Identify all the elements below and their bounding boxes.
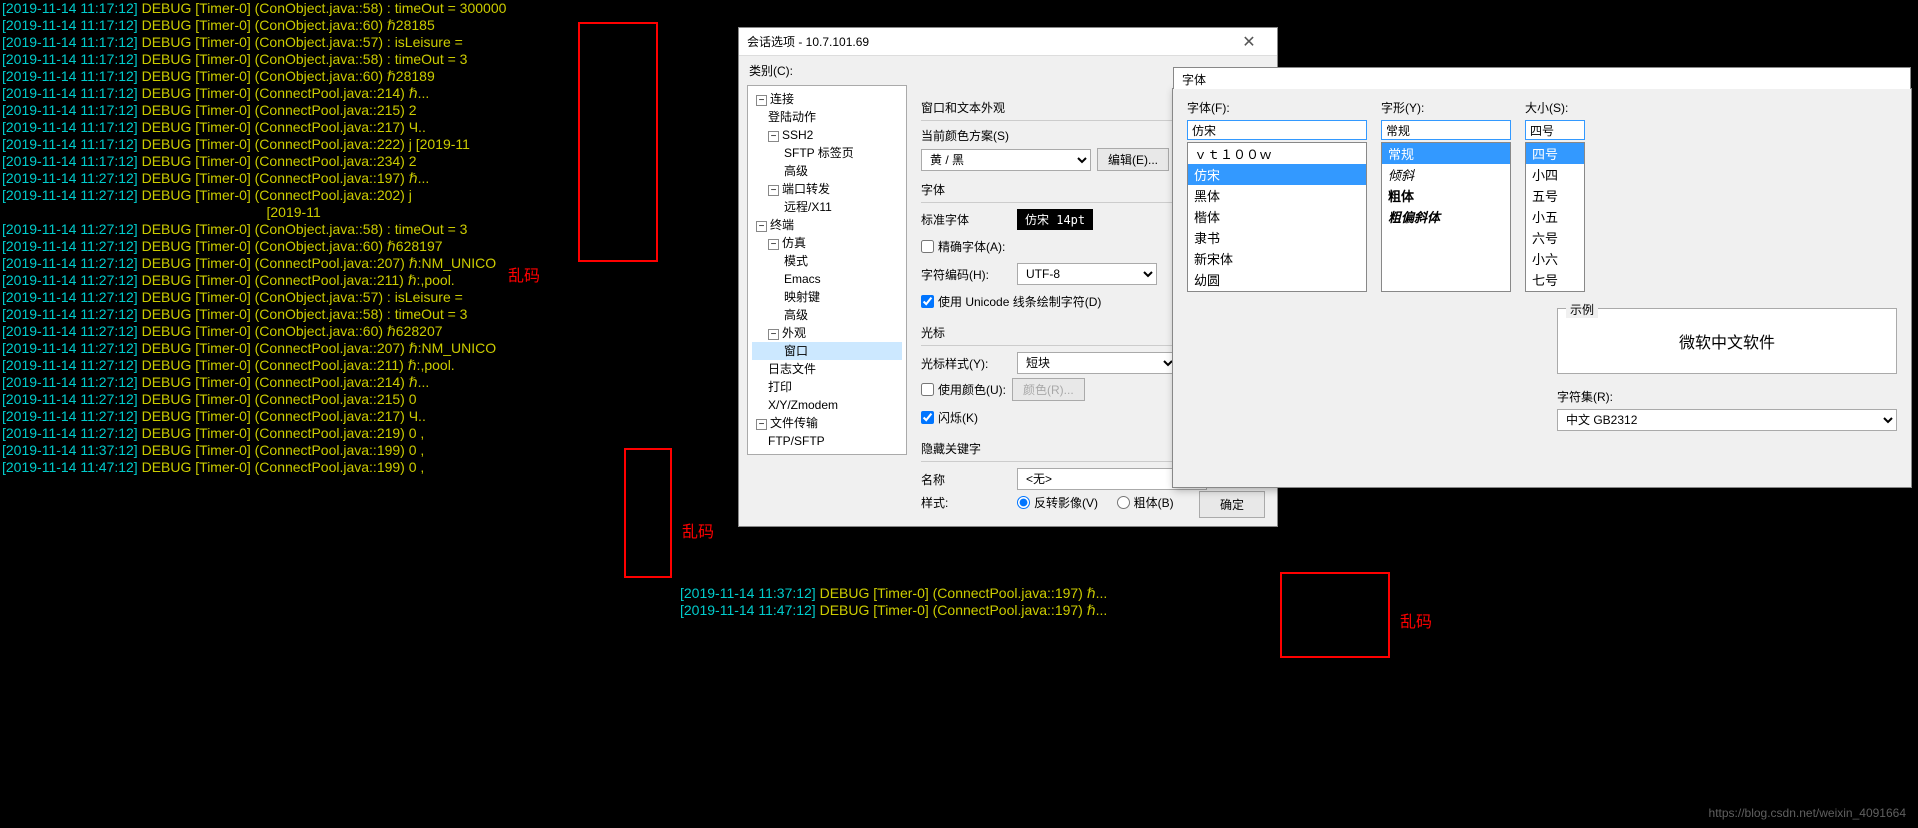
style-input[interactable] <box>1381 120 1511 140</box>
tree-connection[interactable]: −连接 <box>752 90 902 108</box>
size-listbox[interactable]: 四号小四五号小五六号小六七号 <box>1525 142 1585 292</box>
precise-font-checkbox[interactable]: 精确字体(A): <box>921 238 1005 255</box>
blink-checkbox[interactable]: 闪烁(K) <box>921 409 978 426</box>
annotation-garbled-2: 乱码 <box>682 518 714 542</box>
font-label: 字体(F): <box>1187 99 1367 116</box>
dialog-titlebar[interactable]: 会话选项 - 10.7.101.69 ✕ <box>739 28 1277 56</box>
edit-scheme-button[interactable]: 编辑(E)... <box>1097 148 1169 171</box>
tree-login[interactable]: 登陆动作 <box>752 108 902 126</box>
tree-appearance[interactable]: −外观 <box>752 324 902 342</box>
tree-mapkey[interactable]: 映射键 <box>752 288 902 306</box>
use-unicode-checkbox[interactable]: 使用 Unicode 线条绘制字符(D) <box>921 293 1101 310</box>
sample-box: 示例 微软中文软件 <box>1557 308 1897 374</box>
font-dialog-title[interactable]: 字体 <box>1173 67 1911 89</box>
font-input[interactable] <box>1187 120 1367 140</box>
hidden-style-label: 样式: <box>921 494 1011 511</box>
tree-mode[interactable]: 模式 <box>752 252 902 270</box>
tree-sftp[interactable]: SFTP 标签页 <box>752 144 902 162</box>
close-icon[interactable]: ✕ <box>1229 28 1269 56</box>
charset-select[interactable]: 中文 GB2312 <box>1557 409 1897 431</box>
tree-remote[interactable]: 远程/X11 <box>752 198 902 216</box>
font-listbox[interactable]: ｖｔ１００ｗ仿宋黑体楷体隶书新宋体幼圆 <box>1187 142 1367 292</box>
tree-ftp[interactable]: FTP/SFTP <box>752 432 902 450</box>
annotation-garbled-3: 乱码 <box>1400 608 1432 632</box>
tree-xyz[interactable]: X/Y/Zmodem <box>752 396 902 414</box>
size-input[interactable] <box>1525 120 1585 140</box>
tree-portfw[interactable]: −端口转发 <box>752 180 902 198</box>
tree-emulation[interactable]: −仿真 <box>752 234 902 252</box>
ok-button[interactable]: 确定 <box>1199 491 1265 518</box>
tree-print[interactable]: 打印 <box>752 378 902 396</box>
style-listbox[interactable]: 常规倾斜粗体粗偏斜体 <box>1381 142 1511 292</box>
bold-radio[interactable]: 粗体(B) <box>1117 494 1174 511</box>
char-encoding-select[interactable]: UTF-8 <box>1017 263 1157 285</box>
annotation-garbled-1: 乱码 <box>508 262 540 286</box>
current-scheme-label: 当前颜色方案(S) <box>921 127 1011 144</box>
category-tree[interactable]: −连接 登陆动作 −SSH2 SFTP 标签页 高级 −端口转发 远程/X11 … <box>747 85 907 455</box>
watermark: https://blog.csdn.net/weixin_4091664 <box>1709 806 1906 820</box>
tree-terminal[interactable]: −终端 <box>752 216 902 234</box>
cursor-style-select[interactable]: 短块 <box>1017 352 1177 374</box>
sample-text: 微软中文软件 <box>1679 335 1775 352</box>
sample-label: 示例 <box>1566 301 1598 318</box>
color-scheme-select[interactable]: 黄 / 黑 <box>921 149 1091 171</box>
tree-ssh2[interactable]: −SSH2 <box>752 126 902 144</box>
tree-emacs[interactable]: Emacs <box>752 270 902 288</box>
invert-radio[interactable]: 反转影像(V) <box>1017 494 1098 511</box>
std-font-label: 标准字体 <box>921 211 1011 228</box>
charset-label: 字符集(R): <box>1557 388 1897 405</box>
font-display: 仿宋 14pt <box>1017 209 1093 230</box>
hidden-name-label: 名称 <box>921 471 1011 488</box>
tree-advanced[interactable]: 高级 <box>752 162 902 180</box>
style-label: 字形(Y): <box>1381 99 1511 116</box>
tree-logfile[interactable]: 日志文件 <box>752 360 902 378</box>
tree-advanced2[interactable]: 高级 <box>752 306 902 324</box>
tree-window[interactable]: 窗口 <box>752 342 902 360</box>
dialog-title: 会话选项 - 10.7.101.69 <box>747 33 1229 50</box>
char-encoding-label: 字符编码(H): <box>921 266 1011 283</box>
color-button[interactable]: 颜色(R)... <box>1012 378 1085 401</box>
tree-filetransfer[interactable]: −文件传输 <box>752 414 902 432</box>
cursor-style-label: 光标样式(Y): <box>921 355 1011 372</box>
size-label: 大小(S): <box>1525 99 1585 116</box>
use-color-checkbox[interactable]: 使用颜色(U): <box>921 381 1006 398</box>
terminal-output-right[interactable]: [2019-11-14 11:37:12] DEBUG [Timer-0] (C… <box>680 585 1380 685</box>
font-dialog: 字体 字体(F): ｖｔ１００ｗ仿宋黑体楷体隶书新宋体幼圆 字形(Y): 常规倾… <box>1172 88 1912 488</box>
